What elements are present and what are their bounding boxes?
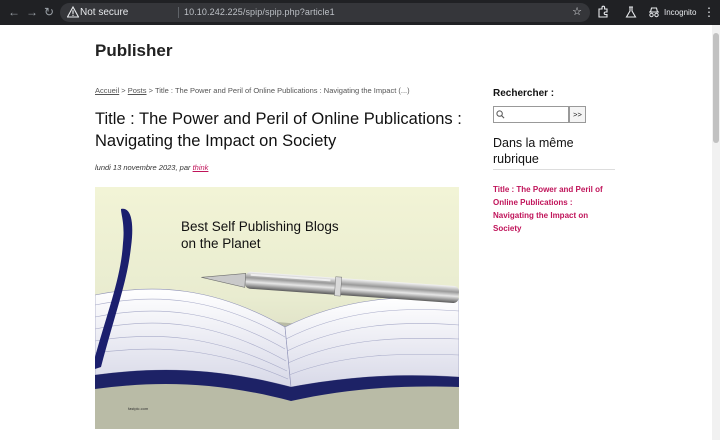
incognito-label: Incognito bbox=[664, 8, 697, 17]
breadcrumb-section-link[interactable]: Posts bbox=[128, 86, 147, 95]
image-credit: fastpic.com bbox=[128, 406, 149, 411]
search-input[interactable] bbox=[506, 107, 568, 122]
incognito-icon bbox=[649, 7, 659, 18]
back-icon[interactable]: ← bbox=[6, 4, 22, 20]
search-submit-button[interactable]: >> bbox=[569, 106, 586, 123]
lab-flask-icon[interactable] bbox=[624, 5, 638, 19]
search-icon bbox=[496, 110, 505, 119]
breadcrumb-separator: > bbox=[119, 86, 128, 95]
image-caption-line: on the Planet bbox=[181, 236, 261, 251]
search-field[interactable] bbox=[493, 106, 569, 123]
breadcrumb-home-link[interactable]: Accueil bbox=[95, 86, 119, 95]
bookmark-star-icon[interactable]: ☆ bbox=[572, 3, 582, 22]
browser-menu-icon[interactable]: ⋮ bbox=[703, 4, 715, 20]
scrollbar-thumb[interactable] bbox=[713, 33, 719, 143]
divider bbox=[493, 169, 615, 170]
reload-icon[interactable]: ↻ bbox=[41, 4, 57, 20]
article-title: Title : The Power and Peril of Online Pu… bbox=[95, 110, 462, 150]
site-title[interactable]: Publisher bbox=[95, 41, 172, 61]
breadcrumb-current: Title : The Power and Peril of Online Pu… bbox=[154, 86, 410, 95]
article-date: lundi 13 novembre 2023, par bbox=[95, 163, 193, 172]
warning-icon bbox=[67, 6, 79, 18]
security-status[interactable]: Not secure bbox=[80, 3, 128, 22]
article-byline: lundi 13 novembre 2023, par think bbox=[95, 163, 208, 172]
article-image: Best Self Publishing Blogs on the Planet… bbox=[95, 187, 459, 429]
search-label: Rechercher : bbox=[493, 88, 555, 99]
forward-icon[interactable]: → bbox=[24, 4, 40, 20]
page-content: Publisher Accueil > Posts > Title : The … bbox=[0, 25, 712, 440]
author-link[interactable]: think bbox=[193, 163, 209, 172]
image-caption-line: Best Self Publishing Blogs bbox=[181, 219, 339, 234]
omnibox-divider bbox=[178, 7, 179, 18]
breadcrumb-separator: > bbox=[146, 86, 155, 95]
page-scrollbar[interactable] bbox=[712, 25, 720, 440]
breadcrumb: Accueil > Posts > Title : The Power and … bbox=[95, 86, 410, 95]
related-section-title: Dans la même rubrique bbox=[493, 136, 574, 166]
browser-toolbar: ← → ↻ Not secure 10.10.242.225/spip/spip… bbox=[0, 0, 720, 25]
address-bar[interactable]: Not secure 10.10.242.225/spip/spip.php?a… bbox=[60, 3, 590, 22]
url-text[interactable]: 10.10.242.225/spip/spip.php?article1 bbox=[184, 3, 335, 22]
extensions-icon[interactable] bbox=[596, 5, 610, 19]
related-article-link[interactable]: Title : The Power and Peril of Online Pu… bbox=[493, 183, 615, 235]
image-caption: Best Self Publishing Blogs on the Planet bbox=[181, 218, 339, 252]
